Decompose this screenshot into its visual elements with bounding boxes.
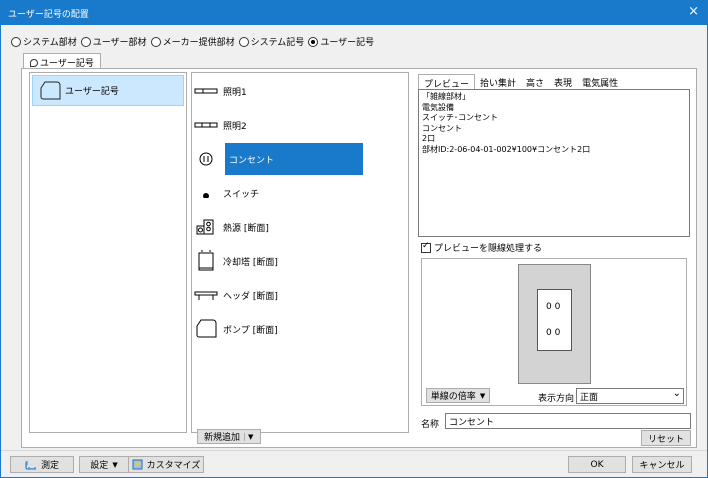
dropdown-arrow-icon: ▼ — [479, 391, 486, 400]
direction-select[interactable]: 正面 ⌄ — [576, 388, 684, 404]
radio-system-parts[interactable]: システム部材 — [11, 35, 77, 48]
preview-image: 0 0 0 0 単線の倍率 ▼ 表示方向 正面 ⌄ — [421, 258, 687, 406]
preview-text: 「雑線部材」 電気設備 スイッチ･コンセント コンセント 2口 部材ID:2-0… — [418, 89, 690, 237]
list-item-heat-source[interactable]: 熱源 [断面] — [194, 211, 269, 243]
settings-button[interactable]: 設定 ▼ — [79, 456, 129, 473]
radio-system-symbols[interactable]: システム記号 — [238, 35, 304, 48]
scale-dropdown[interactable]: 単線の倍率 ▼ — [426, 388, 490, 403]
tab-count[interactable]: 拾い集計 — [475, 74, 521, 90]
list-item-outlet[interactable]: コンセント — [194, 143, 363, 175]
outlet-slot-upper: 0 0 — [546, 302, 561, 312]
symbol-icon — [30, 59, 38, 67]
tab-height[interactable]: 高さ — [521, 74, 549, 90]
list-item-pump[interactable]: ポンプ [断面] — [194, 313, 278, 345]
symbol-category-icon — [40, 81, 61, 99]
checkbox-checked-icon — [421, 241, 431, 253]
customize-icon — [132, 459, 143, 470]
dialog-window: ユーザー記号の配置 × システム部材 ユーザー部材 メーカー提供部材 システム記… — [0, 0, 708, 478]
tab-user-symbols[interactable]: ユーザー記号 — [23, 53, 101, 69]
light1-symbol-icon — [194, 79, 218, 103]
detail-tabs: プレビュー 拾い集計 高さ 表現 電気属性 — [418, 74, 623, 90]
tab-electric-attributes[interactable]: 電気属性 — [577, 74, 623, 90]
list-item-light1[interactable]: 照明1 — [194, 75, 247, 107]
radio-user-parts[interactable]: ユーザー部材 — [80, 35, 147, 48]
category-list: ユーザー記号 — [29, 72, 187, 433]
measure-button[interactable]: 測定 — [10, 456, 74, 473]
radio-maker-parts[interactable]: メーカー提供部材 — [150, 35, 235, 48]
switch-symbol-icon — [194, 181, 218, 205]
reset-button[interactable]: リセット — [641, 430, 691, 446]
heat-source-symbol-icon — [194, 215, 218, 239]
settings-dropdown-icon: ▼ — [112, 460, 118, 469]
hidden-line-checkbox[interactable]: プレビューを隠線処理する — [421, 241, 542, 254]
name-label: 名称 — [421, 420, 440, 430]
list-item-cooling-tower[interactable]: 冷却塔 [断面] — [194, 245, 278, 277]
outlet-slot-lower: 0 0 — [546, 328, 561, 338]
symbol-list: 照明1 照明2 コンセント スイッチ 熱源 [断面] 冷却塔 [断面] ヘッダ … — [191, 72, 409, 433]
tab-preview[interactable]: プレビュー — [418, 74, 476, 90]
list-item-light2[interactable]: 照明2 — [194, 109, 247, 141]
footer-divider — [1, 450, 707, 451]
list-item-header[interactable]: ヘッダ [断面] — [194, 279, 278, 311]
tab-expression[interactable]: 表現 — [549, 74, 577, 90]
title-bar: ユーザー記号の配置 × — [1, 1, 707, 25]
add-new-dropdown-icon[interactable]: ▼ — [244, 432, 253, 441]
radio-user-symbols[interactable]: ユーザー記号 — [308, 35, 374, 48]
ruler-icon — [25, 461, 36, 469]
outlet-symbol-icon — [194, 147, 218, 171]
add-new-button[interactable]: 新規追加 ▼ — [197, 429, 261, 444]
cancel-button[interactable]: キャンセル — [632, 456, 692, 473]
direction-label: 表示方向 — [538, 394, 575, 404]
close-icon[interactable]: × — [688, 4, 699, 20]
header-symbol-icon — [194, 283, 218, 307]
chevron-down-icon: ⌄ — [672, 388, 681, 399]
source-radio-group: システム部材 ユーザー部材 メーカー提供部材 システム記号 ユーザー記号 — [11, 35, 374, 48]
name-input[interactable]: コンセント — [445, 413, 691, 429]
outlet-plate: 0 0 0 0 — [537, 289, 572, 351]
ok-button[interactable]: OK — [568, 456, 626, 473]
pump-symbol-icon — [194, 317, 218, 341]
window-title: ユーザー記号の配置 — [8, 10, 89, 20]
category-item-user-symbols[interactable]: ユーザー記号 — [32, 75, 184, 106]
customize-button[interactable]: カスタマイズ — [128, 456, 204, 473]
light2-symbol-icon — [194, 113, 218, 137]
outlet-preview-graphic: 0 0 0 0 — [518, 264, 591, 384]
cooling-tower-symbol-icon — [194, 249, 218, 273]
list-item-switch[interactable]: スイッチ — [194, 177, 259, 209]
